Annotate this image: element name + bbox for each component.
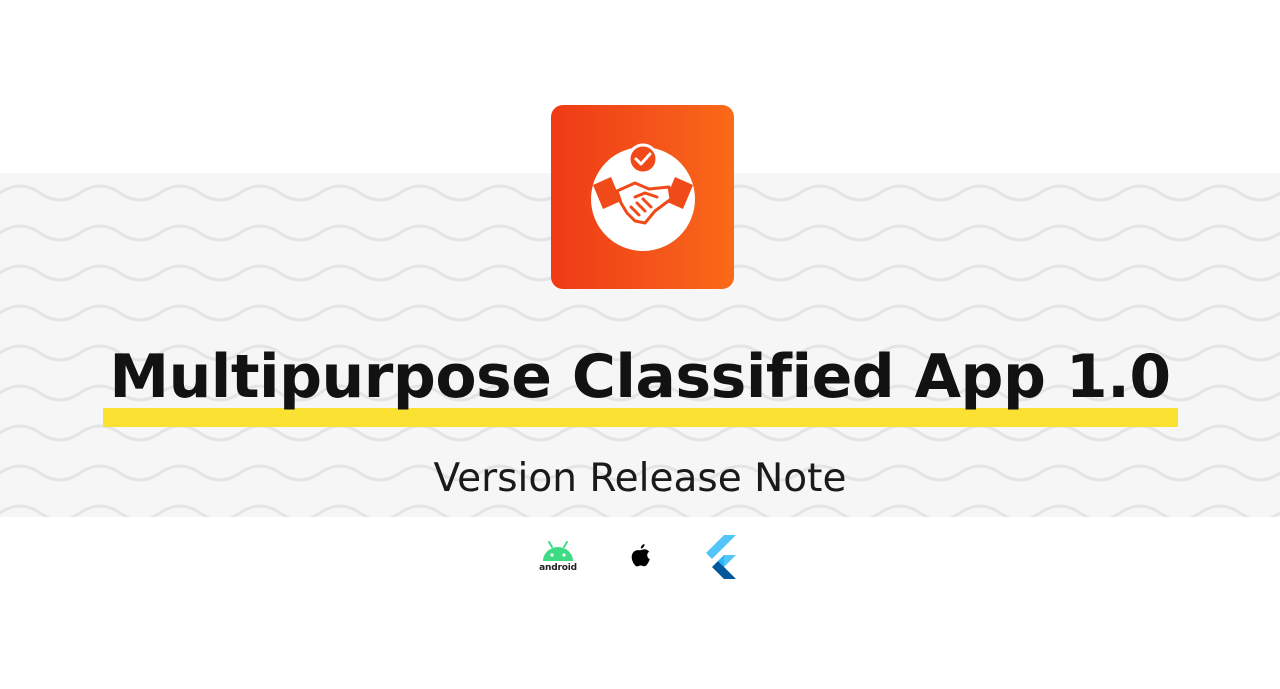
- platform-apple: [626, 530, 654, 582]
- android-wordmark: android: [539, 562, 577, 573]
- app-logo: [551, 105, 734, 289]
- apple-icon: [631, 544, 650, 567]
- platform-flutter: [701, 530, 739, 582]
- platform-icons: android: [0, 530, 1280, 582]
- page-subtitle: Version Release Note: [433, 456, 847, 501]
- release-note-banner: Multipurpose Classified App 1.0 Version …: [0, 0, 1280, 689]
- flutter-icon: [706, 535, 736, 579]
- android-icon: [543, 540, 573, 561]
- platform-android: android: [538, 530, 578, 582]
- title-container: Multipurpose Classified App 1.0: [0, 333, 1280, 421]
- handshake-icon: [590, 143, 695, 251]
- page-title: Multipurpose Classified App 1.0: [109, 342, 1171, 412]
